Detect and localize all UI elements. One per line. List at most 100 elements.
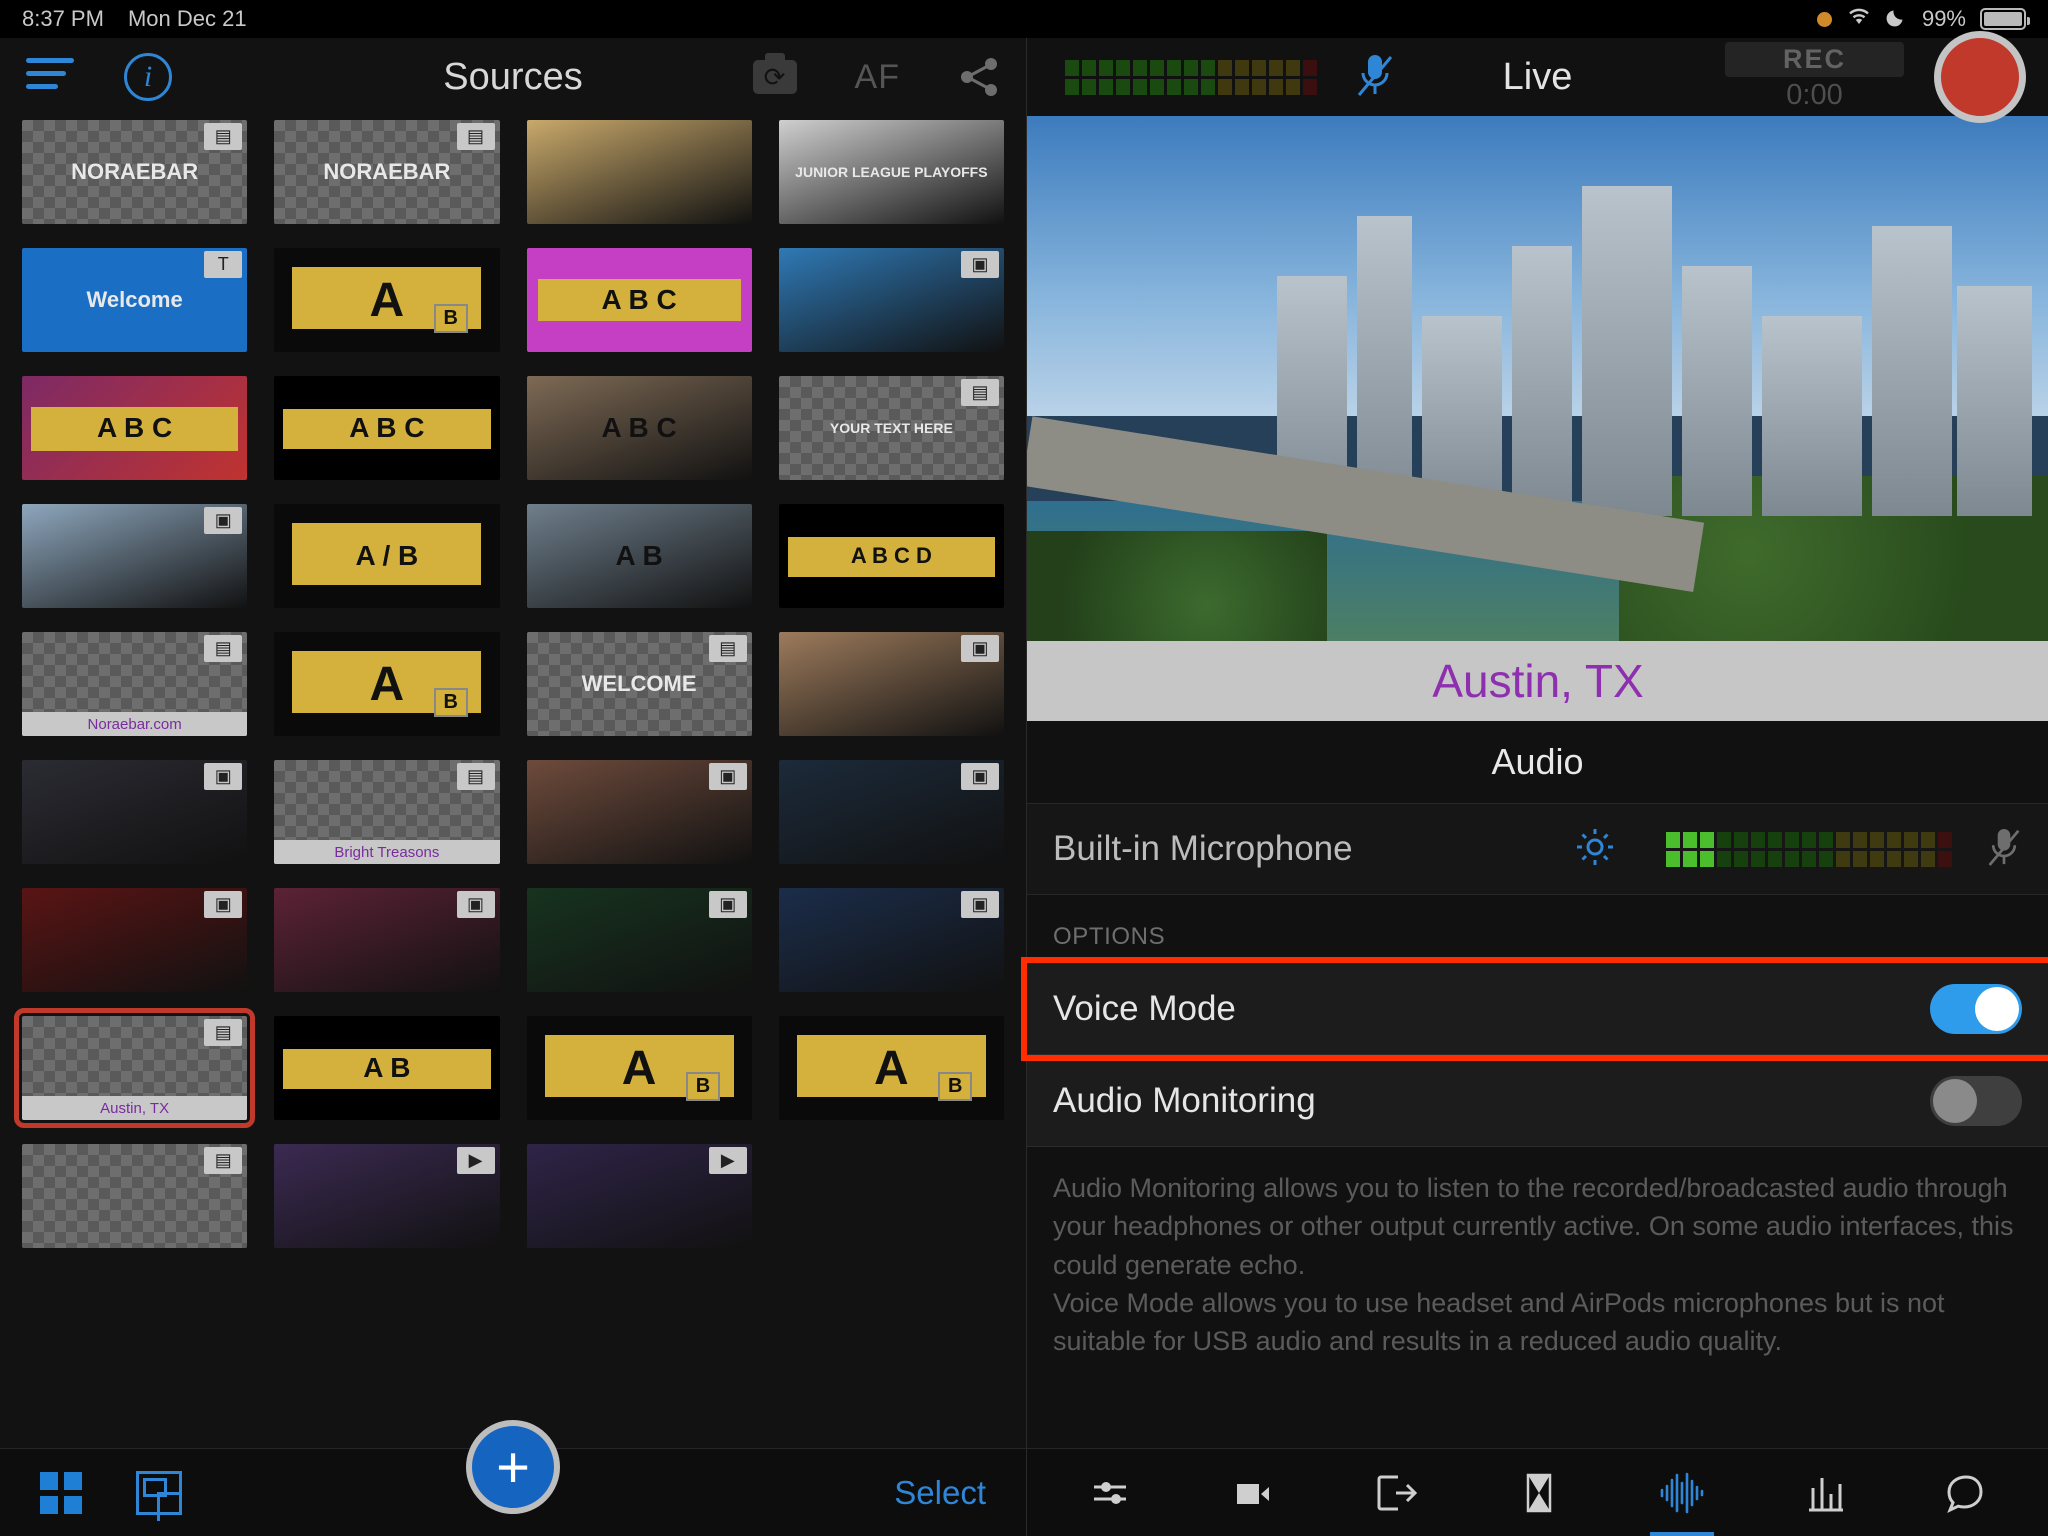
battery-icon (1980, 8, 2030, 30)
source-thumbnail[interactable]: A B (526, 504, 752, 608)
info-icon[interactable]: i (124, 53, 172, 101)
thumb-text: A B C (601, 412, 677, 443)
thumb-caption: Noraebar.com (22, 712, 248, 736)
source-thumbnail[interactable] (778, 1144, 1004, 1248)
battery-percent: 99% (1921, 6, 1966, 31)
grid-view-icon[interactable] (40, 1471, 82, 1514)
thumb-badge-play-icon: ▶ (708, 1147, 747, 1174)
voice-mode-row[interactable]: Voice Mode (1021, 957, 2048, 1061)
preview-building (1872, 226, 1952, 516)
thumb-text: A B C (349, 412, 425, 443)
record-button[interactable] (1934, 31, 2026, 123)
source-thumbnail[interactable]: AB (526, 1016, 752, 1120)
thumb-badge-layers-icon: ▤ (204, 123, 243, 150)
source-thumbnail[interactable]: AB (274, 632, 500, 736)
thumb-text: A B (615, 540, 663, 571)
source-thumbnail[interactable]: ▣ (778, 248, 1004, 352)
source-thumbnail[interactable]: ▤ Noraebar.com (22, 632, 248, 736)
menu-icon[interactable] (26, 57, 74, 97)
source-thumbnail[interactable]: ▣ (526, 760, 752, 864)
source-thumbnail[interactable]: NORAEBAR ▤ (22, 120, 248, 224)
source-thumbnail[interactable]: JUNIOR LEAGUE PLAYOFFS (778, 120, 1004, 224)
source-thumbnail[interactable]: ▣ (22, 888, 248, 992)
thumb-badge-image-icon: ▣ (204, 507, 243, 534)
source-thumbnail[interactable]: ▤ (22, 1144, 248, 1248)
share-icon[interactable] (958, 57, 1000, 97)
thumb-subtext: B (433, 688, 468, 718)
status-date: Mon Dec 21 (127, 6, 247, 31)
gear-icon[interactable] (1574, 826, 1616, 873)
live-header: Live REC 0:00 (1027, 31, 2048, 123)
preview-building (1682, 266, 1752, 516)
app-root: 8:37 PM Mon Dec 21 99% i Sources AF (0, 0, 2048, 1536)
source-thumbnail[interactable]: AB (274, 248, 500, 352)
video-camera-icon[interactable] (1229, 1449, 1277, 1536)
chat-bubble-icon[interactable] (1943, 1449, 1989, 1536)
audio-monitoring-label: Audio Monitoring (1053, 1080, 1316, 1120)
source-thumbnail[interactable]: ▣ (22, 760, 248, 864)
audio-device-name: Built-in Microphone (1053, 829, 1353, 868)
thumb-badge-image-icon: ▣ (961, 891, 999, 918)
thumb-badge-layers-icon: ▤ (204, 1019, 243, 1046)
audio-section-title: Audio (1491, 741, 1584, 782)
af-button[interactable]: AF (855, 58, 900, 97)
audio-monitoring-toggle[interactable] (1930, 1075, 2022, 1126)
source-thumbnail[interactable]: Welcome T (22, 248, 248, 352)
source-thumbnail[interactable]: A B C (22, 376, 248, 480)
output-arrow-icon[interactable] (1372, 1449, 1422, 1536)
source-thumbnail[interactable]: YOUR TEXT HERE ▤ (778, 376, 1004, 480)
source-thumbnail[interactable]: ▣ (526, 888, 752, 992)
thumb-subtext: B (685, 1072, 721, 1102)
thumb-caption: Austin, TX (22, 1096, 248, 1120)
source-thumbnail[interactable]: ▣ (22, 504, 248, 608)
rec-status: REC 0:00 (1724, 42, 1904, 112)
thumb-text: A / B (355, 540, 419, 571)
source-thumbnail[interactable]: A B C (526, 248, 752, 352)
live-preview[interactable]: Austin, TX (1027, 116, 2048, 721)
audio-waveform-icon[interactable] (1656, 1449, 1708, 1536)
thumb-badge-image-icon: ▣ (204, 891, 243, 918)
audio-device-row[interactable]: Built-in Microphone (1027, 803, 2048, 895)
source-thumbnail[interactable]: ▣ (778, 888, 1004, 992)
source-thumbnail[interactable]: A B (274, 1016, 500, 1120)
source-thumbnail[interactable]: ▤ Austin, TX (13, 1008, 256, 1128)
source-thumbnail[interactable]: A / B (274, 504, 500, 608)
preview-building (1762, 316, 1862, 516)
audio-monitoring-row[interactable]: Audio Monitoring (1027, 1055, 2048, 1147)
voice-mode-toggle[interactable] (1930, 983, 2022, 1034)
add-source-button[interactable]: + (466, 1420, 560, 1514)
mic-muted-icon[interactable] (1986, 825, 2022, 874)
lower-third-text: Austin, TX (1432, 655, 1644, 707)
layout-view-icon[interactable] (136, 1470, 182, 1521)
source-thumbnail[interactable]: ▶ (526, 1144, 752, 1248)
bar-chart-icon[interactable] (1803, 1449, 1849, 1536)
source-thumbnail[interactable]: NORAEBAR ▤ (274, 120, 500, 224)
source-thumbnail[interactable]: ▣ (274, 888, 500, 992)
source-thumbnail[interactable]: AB (778, 1016, 1004, 1120)
thumb-badge-image-icon: ▣ (961, 763, 999, 790)
mic-muted-icon[interactable] (1355, 51, 1395, 104)
live-pane: Live REC 0:00 Austin, TX Audio Built-in … (1021, 31, 2048, 1536)
source-thumbnail[interactable]: ▤ Bright Treasons (274, 760, 500, 864)
thumb-text: A (621, 1041, 657, 1095)
sliders-icon[interactable] (1086, 1449, 1134, 1536)
thumb-badge-image-icon: ▣ (708, 763, 747, 790)
source-thumbnail[interactable]: WELCOME ▤ (526, 632, 752, 736)
source-thumbnail[interactable]: A B C (526, 376, 752, 480)
source-thumbnail[interactable]: A B C D (778, 504, 1004, 608)
source-thumbnail[interactable]: ▣ (778, 760, 1004, 864)
thumb-badge-T-icon: T (204, 251, 243, 278)
thumb-caption: Bright Treasons (274, 840, 500, 864)
status-time: 8:37 PM (22, 6, 104, 31)
thumb-text: JUNIOR LEAGUE PLAYOFFS (795, 164, 988, 180)
rec-timer: 0:00 (1786, 79, 1843, 111)
source-thumbnail[interactable] (526, 120, 752, 224)
transition-icon[interactable] (1517, 1449, 1561, 1536)
camera-flip-icon[interactable] (752, 53, 797, 94)
thumb-badge-layers-icon: ▤ (204, 635, 243, 662)
source-thumbnail[interactable]: A B C (274, 376, 500, 480)
thumb-bg (778, 1144, 1004, 1248)
source-thumbnail[interactable]: ▣ (778, 632, 1004, 736)
select-button[interactable]: Select (894, 1474, 986, 1512)
source-thumbnail[interactable]: ▶ (274, 1144, 500, 1248)
